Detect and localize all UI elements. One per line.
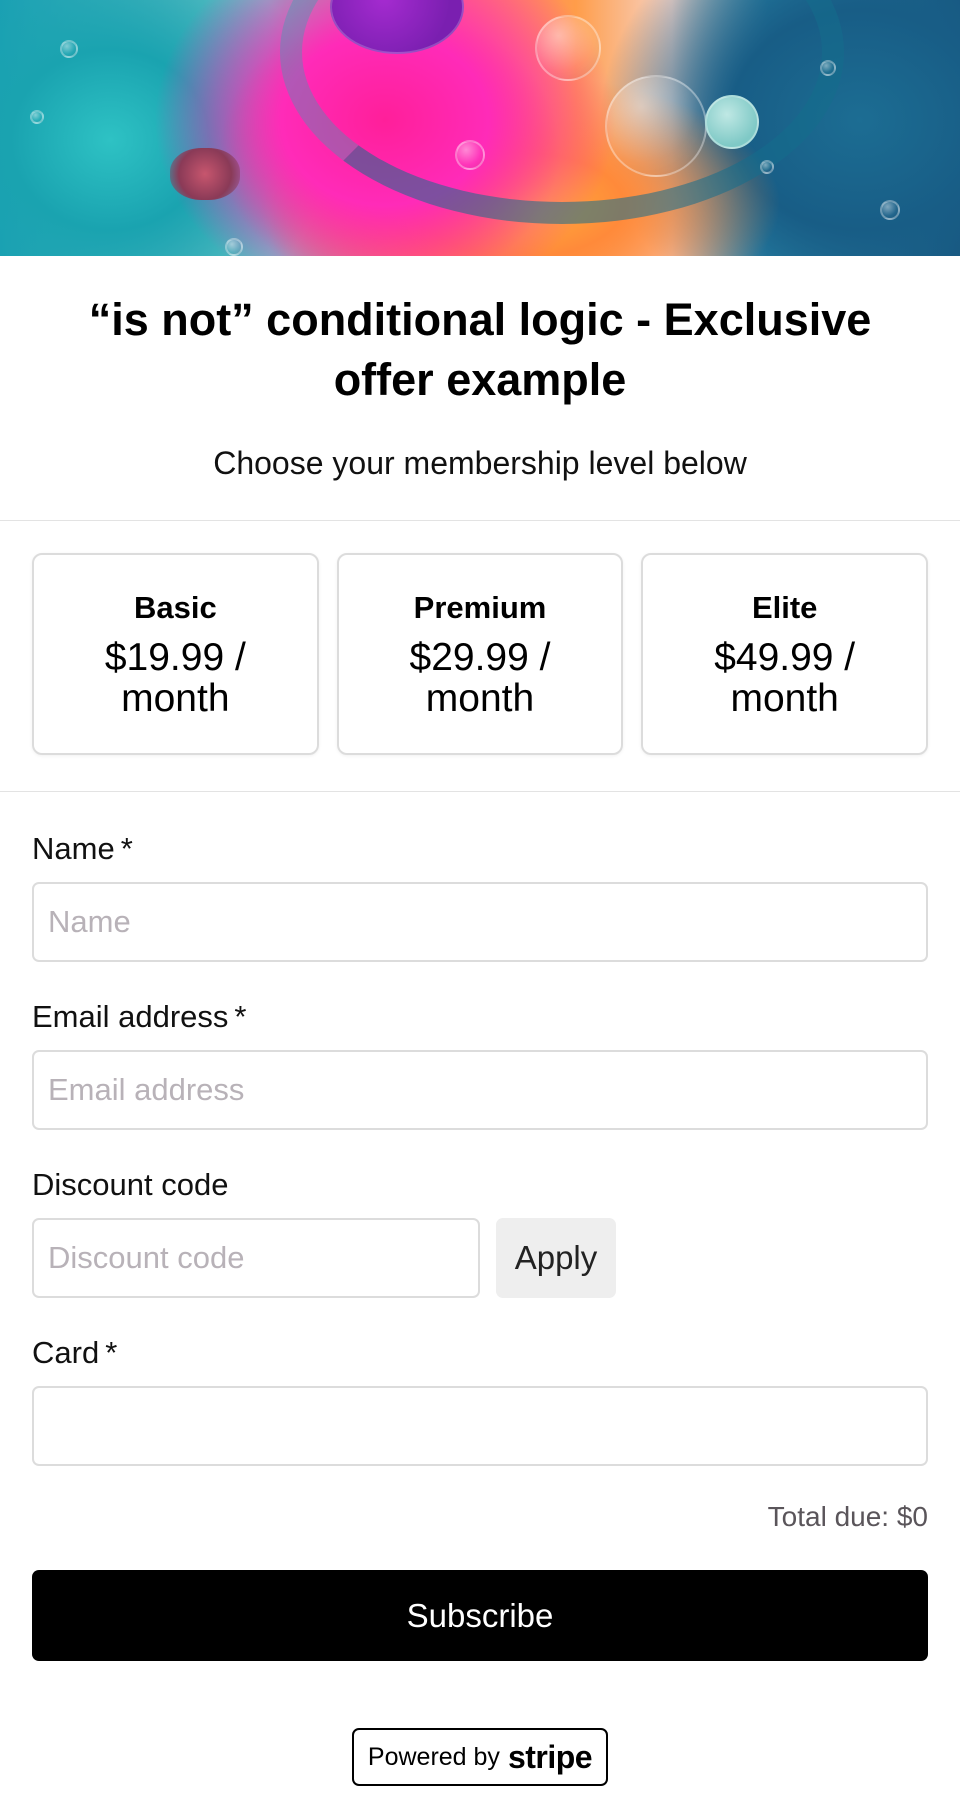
hero-bubble: [225, 238, 243, 256]
powered-by-stripe-link[interactable]: Powered by stripe: [352, 1728, 608, 1786]
hero-bubble: [60, 40, 78, 58]
plan-card-premium[interactable]: Premium $29.99 / month: [336, 553, 624, 755]
hero-bubble: [705, 95, 759, 149]
page-title: “is not” conditional logic - Exclusive o…: [88, 294, 872, 405]
hero-bubble: [30, 110, 44, 124]
name-label-text: Name: [32, 831, 115, 866]
total-due: Total due: $0: [767, 1501, 928, 1532]
divider: [0, 520, 960, 521]
card-label: Card *: [32, 1333, 117, 1373]
hero-bubble: [880, 200, 900, 220]
card-input[interactable]: [32, 1386, 928, 1466]
plan-name: Elite: [751, 590, 818, 625]
plan-price: $29.99 / month: [409, 636, 551, 720]
plan-name: Basic: [133, 590, 217, 625]
discount-label-text: Discount code: [32, 1167, 229, 1202]
hero-bubble: [605, 75, 707, 177]
page-subtitle: Choose your membership level below: [213, 445, 747, 481]
email-input[interactable]: [32, 1050, 928, 1130]
name-input[interactable]: [32, 882, 928, 962]
discount-code-input[interactable]: [32, 1218, 480, 1298]
plan-card-basic[interactable]: Basic $19.99 / month: [32, 553, 319, 755]
plan-price: $49.99 / month: [714, 636, 856, 720]
required-marker: *: [105, 1335, 118, 1370]
powered-by-text: Powered by: [367, 1743, 500, 1771]
card-label-text: Card: [32, 1335, 100, 1370]
hero-bubble: [535, 15, 601, 81]
hero-bubble: [170, 148, 240, 200]
subscribe-button[interactable]: Subscribe: [32, 1570, 928, 1661]
required-marker: *: [234, 999, 247, 1034]
hero-bubble: [760, 160, 774, 174]
plan-card-elite[interactable]: Elite $49.99 / month: [641, 553, 929, 755]
plan-price: $19.99 / month: [104, 636, 246, 720]
hero-bubble: [455, 140, 485, 170]
stripe-logo: stripe: [507, 1739, 593, 1775]
plan-name: Premium: [413, 590, 547, 625]
required-marker: *: [120, 831, 133, 866]
name-label: Name *: [32, 829, 133, 869]
hero-bubble: [820, 60, 836, 76]
discount-label: Discount code: [32, 1165, 228, 1205]
divider: [0, 791, 960, 792]
email-label: Email address *: [32, 997, 247, 1037]
plan-options: Basic $19.99 / month Premium $29.99 / mo…: [32, 553, 929, 755]
hero-image: [0, 0, 960, 256]
email-label-text: Email address: [32, 999, 229, 1034]
apply-discount-button[interactable]: Apply: [496, 1218, 616, 1298]
